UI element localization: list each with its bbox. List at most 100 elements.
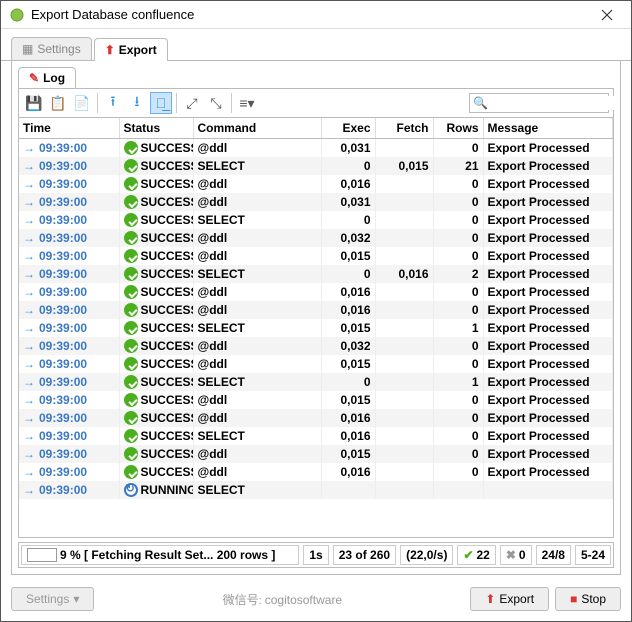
rows-value: 0 [433, 139, 483, 157]
search-input[interactable]: 🔍 [469, 93, 609, 113]
table-row[interactable]: →09:39:00SUCCESSSELECT0,0151Export Proce… [19, 319, 613, 337]
table-row[interactable]: →09:39:00SUCCESS@ddl0,0310Export Process… [19, 139, 613, 157]
exec-value: 0,016 [321, 427, 375, 445]
tab-log[interactable]: ✎ Log [18, 67, 76, 88]
table-row[interactable]: →09:39:00SUCCESSSELECT0,0160Export Proce… [19, 427, 613, 445]
exec-value: 0,015 [321, 247, 375, 265]
status-value: SUCCESS [141, 339, 194, 353]
rows-value: 0 [433, 301, 483, 319]
time-value: 09:39:00 [39, 411, 87, 425]
table-row[interactable]: →09:39:00SUCCESS@ddl0,0160Export Process… [19, 301, 613, 319]
paste-icon[interactable]: 📄 [71, 92, 93, 114]
progress-text: 9 % [ Fetching Result Set... 200 rows ] [60, 548, 275, 562]
rows-value: 0 [433, 337, 483, 355]
table-row[interactable]: →09:39:00SUCCESS@ddl0,0150Export Process… [19, 247, 613, 265]
stop-button[interactable]: ■ Stop [555, 587, 621, 611]
status-value: SUCCESS [141, 267, 194, 281]
stat-box2: 5-24 [575, 545, 611, 565]
col-status[interactable]: Status [119, 118, 193, 139]
time-value: 09:39:00 [39, 231, 87, 245]
exec-value: 0,015 [321, 355, 375, 373]
table-scroll[interactable]: →09:39:00SUCCESS@ddl0,0310Export Process… [19, 139, 613, 537]
col-command[interactable]: Command [193, 118, 321, 139]
fetch-value [375, 337, 433, 355]
table-row[interactable]: →09:39:00SUCCESSSELECT00,01521Export Pro… [19, 157, 613, 175]
exec-value: 0 [321, 157, 375, 175]
exec-value: 0,015 [321, 445, 375, 463]
arrow-right-icon: → [23, 321, 35, 335]
settings-button[interactable]: Settings ▾ [11, 587, 94, 611]
tab-export[interactable]: ⬆ Export [94, 38, 168, 61]
time-value: 09:39:00 [39, 141, 87, 155]
main-tabs: ▦ Settings ⬆ Export [1, 29, 631, 61]
tab-log-label: Log [43, 71, 65, 85]
command-value: @ddl [193, 175, 321, 193]
command-value: SELECT [193, 427, 321, 445]
filter-icon[interactable]: ≡▾ [236, 92, 258, 114]
expand-icon[interactable]: ⤢ [181, 92, 203, 114]
col-exec[interactable]: Exec [321, 118, 375, 139]
col-message[interactable]: Message [483, 118, 613, 139]
table-row[interactable]: →09:39:00SUCCESS@ddl0,0160Export Process… [19, 463, 613, 481]
table-row[interactable]: →09:39:00RUNNINGSELECT [19, 481, 613, 499]
table-row[interactable]: →09:39:00SUCCESS@ddl0,0150Export Process… [19, 445, 613, 463]
export-button[interactable]: ⬆ Export [470, 587, 549, 611]
table-row[interactable]: →09:39:00SUCCESS@ddl0,0320Export Process… [19, 229, 613, 247]
message-value: Export Processed [483, 319, 613, 337]
scroll-top-icon[interactable]: ⭱ [102, 92, 124, 114]
time-value: 09:39:00 [39, 321, 87, 335]
table-row[interactable]: →09:39:00SUCCESSSELECT01Export Processed [19, 373, 613, 391]
rows-value: 0 [433, 427, 483, 445]
table-row[interactable]: →09:39:00SUCCESS@ddl0,0150Export Process… [19, 391, 613, 409]
exec-value [321, 481, 375, 499]
message-value: Export Processed [483, 283, 613, 301]
table-row[interactable]: →09:39:00SUCCESS@ddl0,0320Export Process… [19, 337, 613, 355]
save-icon[interactable]: 💾 [23, 92, 45, 114]
fetch-value [375, 247, 433, 265]
col-fetch[interactable]: Fetch [375, 118, 433, 139]
rows-value: 2 [433, 265, 483, 283]
status-value: SUCCESS [141, 447, 194, 461]
tab-settings[interactable]: ▦ Settings [11, 37, 92, 60]
table-row[interactable]: →09:39:00SUCCESS@ddl0,0310Export Process… [19, 193, 613, 211]
copy-icon[interactable]: 📋 [47, 92, 69, 114]
col-rows[interactable]: Rows [433, 118, 483, 139]
close-button[interactable] [591, 1, 623, 29]
time-value: 09:39:00 [39, 339, 87, 353]
message-value: Export Processed [483, 355, 613, 373]
success-icon [124, 447, 138, 461]
status-value: SUCCESS [141, 357, 194, 371]
table-row[interactable]: →09:39:00SUCCESS@ddl0,0150Export Process… [19, 355, 613, 373]
auto-scroll-icon[interactable]: ⭳̲ [150, 92, 172, 114]
table-row[interactable]: →09:39:00SUCCESS@ddl0,0160Export Process… [19, 283, 613, 301]
command-value: @ddl [193, 247, 321, 265]
rate-block: (22,0/s) [400, 545, 453, 565]
rows-value: 0 [433, 175, 483, 193]
scroll-bottom-icon[interactable]: ⭳ [126, 92, 148, 114]
arrow-right-icon: → [23, 483, 35, 497]
command-value: @ddl [193, 301, 321, 319]
rows-value: 0 [433, 283, 483, 301]
time-value: 09:39:00 [39, 213, 87, 227]
fetch-value [375, 319, 433, 337]
arrow-right-icon: → [23, 339, 35, 353]
col-time[interactable]: Time [19, 118, 119, 139]
arrow-right-icon: → [23, 393, 35, 407]
table-row[interactable]: →09:39:00SUCCESS@ddl0,0160Export Process… [19, 175, 613, 193]
message-value: Export Processed [483, 193, 613, 211]
exec-value: 0 [321, 265, 375, 283]
time-value: 09:39:00 [39, 177, 87, 191]
fetch-value [375, 391, 433, 409]
fetch-value [375, 481, 433, 499]
table-row[interactable]: →09:39:00SUCCESS@ddl0,0160Export Process… [19, 409, 613, 427]
count-block: 23 of 260 [333, 545, 396, 565]
fetch-value [375, 427, 433, 445]
collapse-icon[interactable]: ⤡ [205, 92, 227, 114]
elapsed-block: 1s [303, 545, 328, 565]
table-row[interactable]: →09:39:00SUCCESSSELECT00,0162Export Proc… [19, 265, 613, 283]
time-value: 09:39:00 [39, 195, 87, 209]
exec-value: 0,016 [321, 175, 375, 193]
search-field[interactable] [488, 96, 621, 110]
app-icon [9, 7, 25, 23]
table-row[interactable]: →09:39:00SUCCESSSELECT00Export Processed [19, 211, 613, 229]
